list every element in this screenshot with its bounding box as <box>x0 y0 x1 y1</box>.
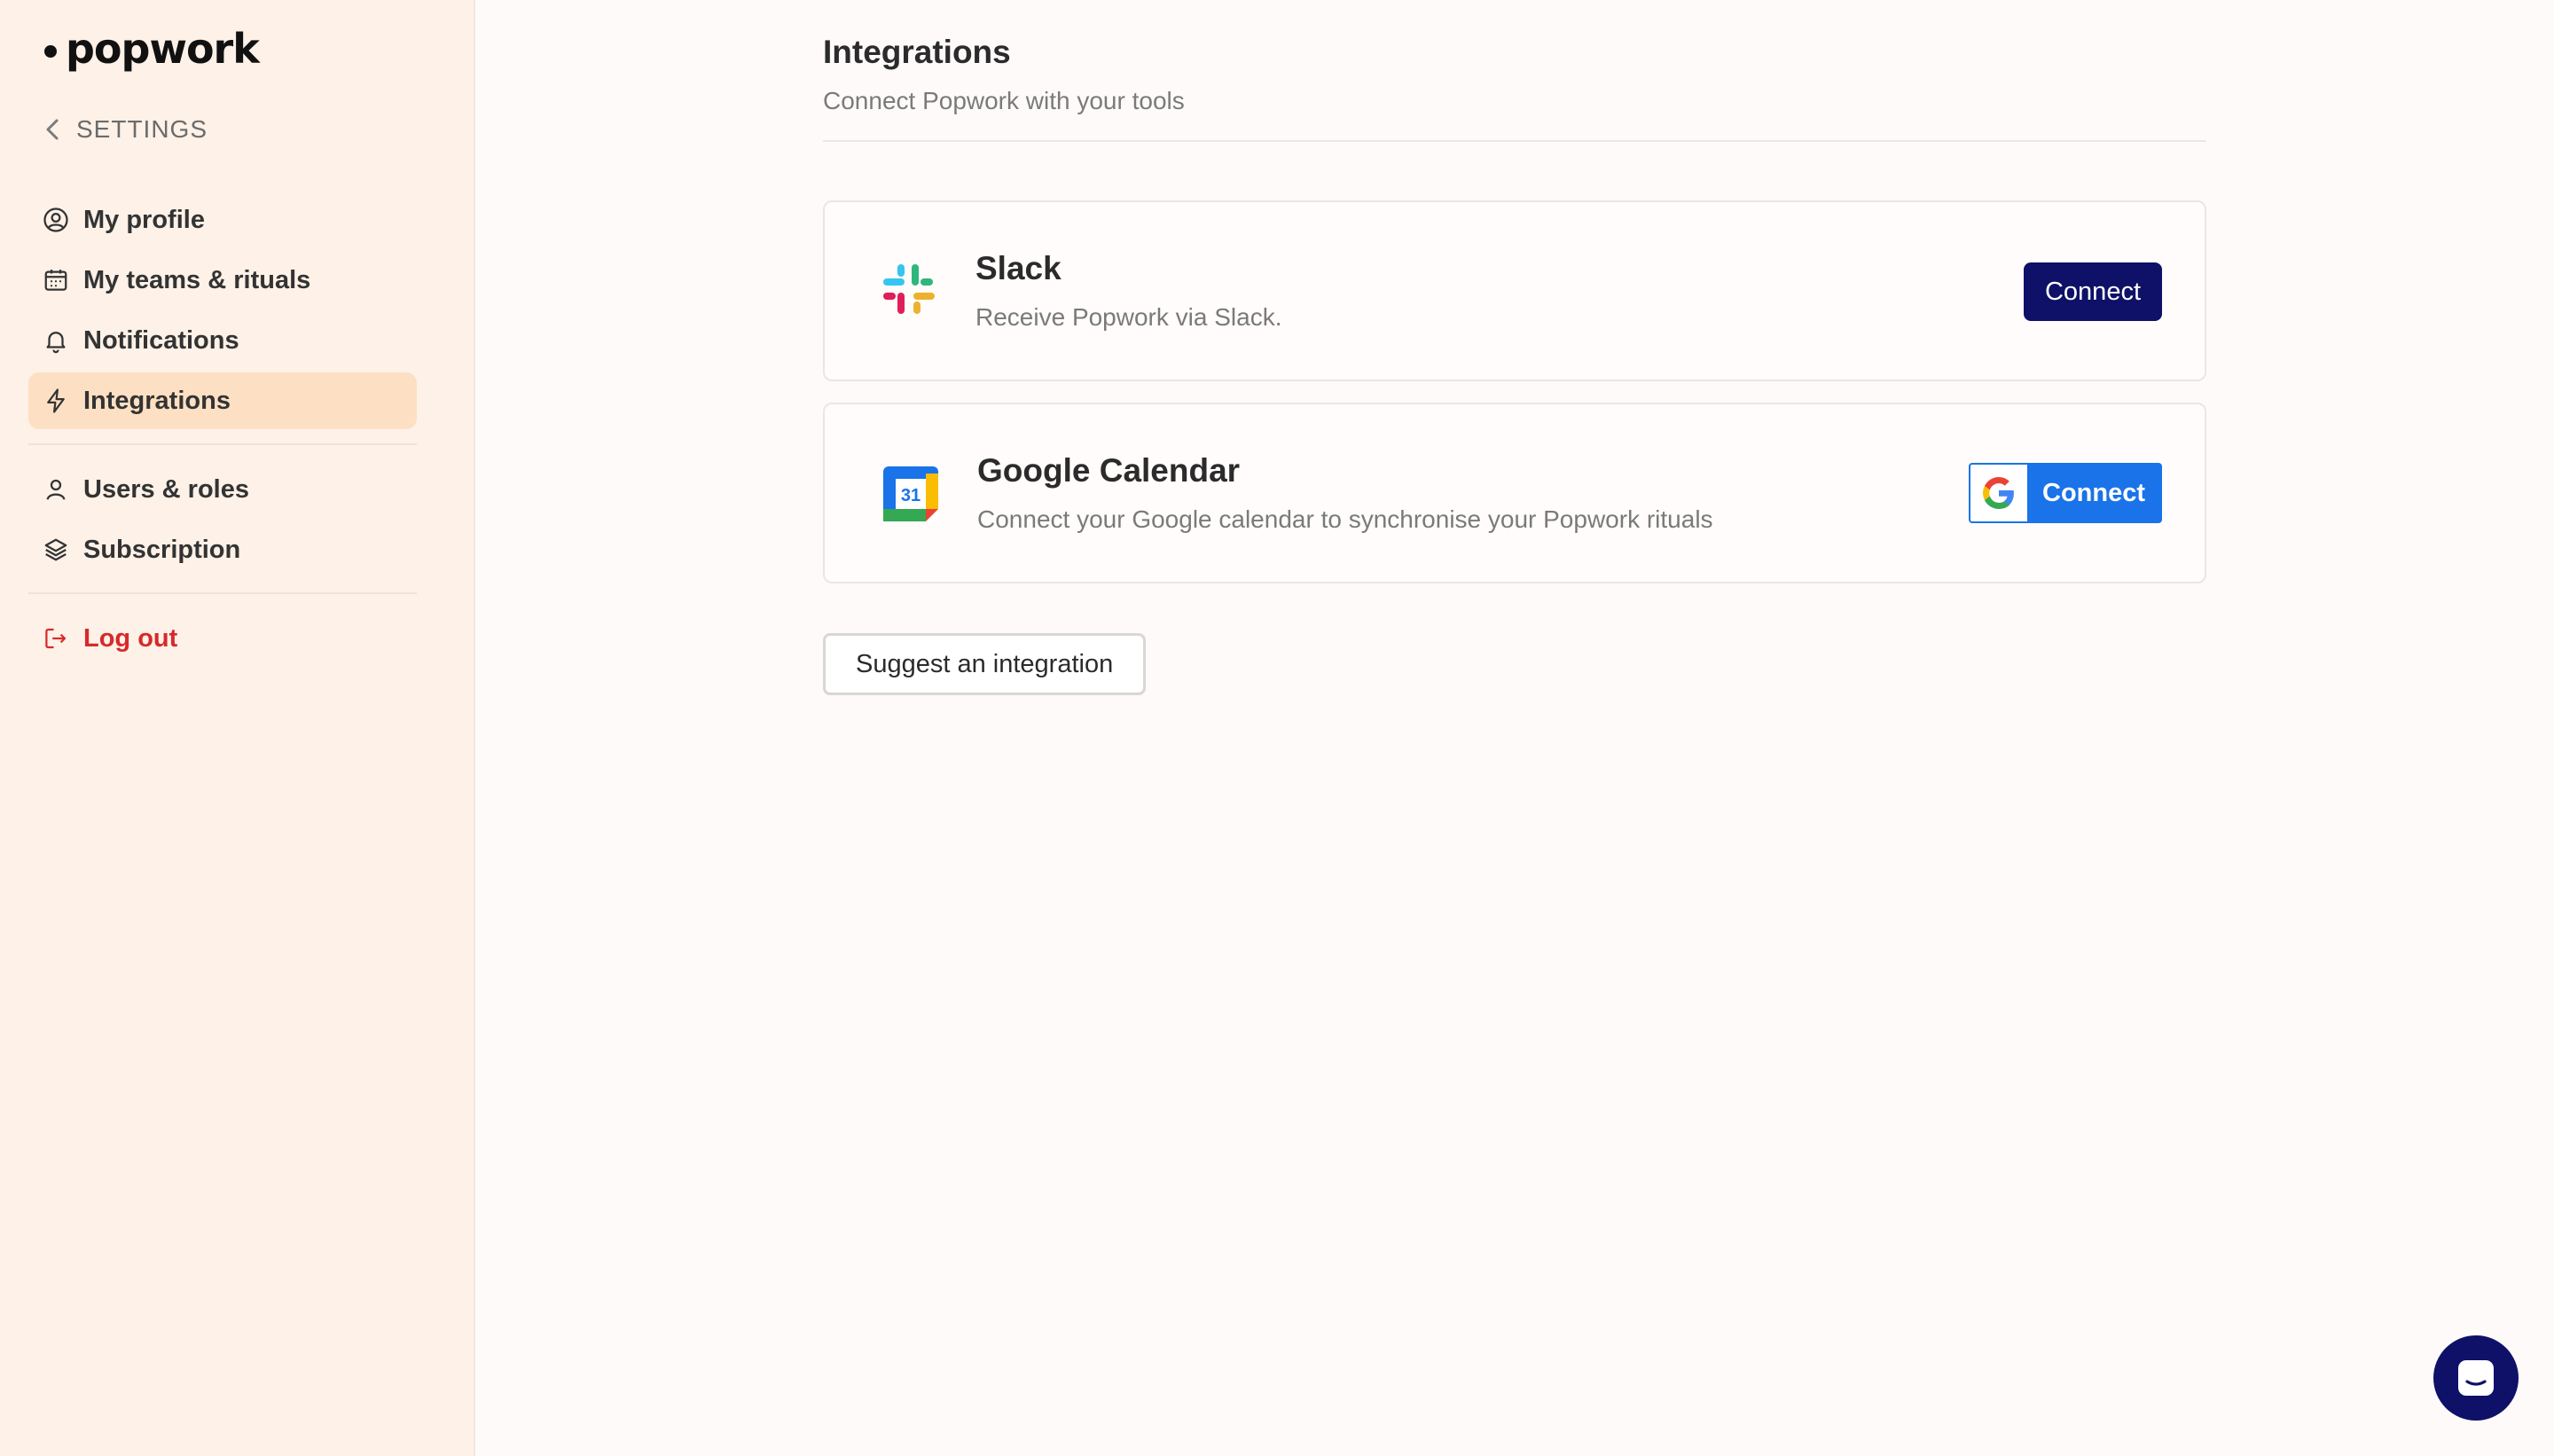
logout-icon <box>45 628 67 649</box>
slack-logo-icon <box>883 264 935 314</box>
calendar-day-number: 31 <box>901 486 921 505</box>
integration-card-slack: Slack Receive Popwork via Slack. Connect <box>823 200 2206 381</box>
sidebar-item-log-out[interactable]: Log out <box>28 610 417 667</box>
logo-dot-icon <box>44 45 57 58</box>
sidebar-item-label: Notifications <box>83 325 239 355</box>
settings-back-label: SETTINGS <box>76 115 208 143</box>
sidebar-item-label: Users & roles <box>83 474 249 504</box>
sidebar-item-label: Log out <box>83 623 178 653</box>
lightning-icon <box>47 388 65 413</box>
google-connect-label: Connect <box>2042 478 2145 507</box>
suggest-integration-button[interactable]: Suggest an integration <box>823 633 1147 695</box>
header-divider <box>823 140 2206 142</box>
integration-description: Receive Popwork via Slack. <box>975 303 1282 331</box>
sidebar-item-label: My teams & rituals <box>83 265 311 294</box>
sidebar-item-users-roles[interactable]: Users & roles <box>28 461 417 518</box>
sidebar-item-my-profile[interactable]: My profile <box>28 192 417 248</box>
sidebar-item-notifications[interactable]: Notifications <box>28 312 417 369</box>
calendar-icon <box>44 270 67 291</box>
sidebar-item-label: Integrations <box>83 386 231 415</box>
settings-back-link[interactable]: SETTINGS <box>44 115 208 144</box>
integration-title: Slack <box>975 250 1062 286</box>
chat-icon <box>2458 1360 2494 1396</box>
google-connect-button[interactable]: Connect <box>1969 463 2162 523</box>
layers-icon <box>44 538 67 561</box>
slack-connect-button[interactable]: Connect <box>2023 262 2162 321</box>
settings-nav: My profile My teams & rituals Notificati… <box>28 192 417 670</box>
popwork-logo[interactable]: popwork <box>44 25 260 73</box>
google-calendar-icon: 31 <box>883 466 938 521</box>
logo-text: popwork <box>66 25 260 73</box>
sidebar-item-label: Subscription <box>83 535 241 564</box>
sidebar-item-integrations[interactable]: Integrations <box>28 372 417 429</box>
sidebar: popwork SETTINGS My profile My teams & r… <box>0 0 475 1456</box>
chevron-left-icon <box>46 119 59 140</box>
page-subtitle: Connect Popwork with your tools <box>823 87 1185 114</box>
nav-divider <box>28 592 417 594</box>
bell-icon <box>46 332 66 354</box>
sidebar-item-subscription[interactable]: Subscription <box>28 521 417 578</box>
sidebar-item-label: My profile <box>83 205 205 234</box>
integration-card-google-calendar: 31 Google Calendar Connect your Google c… <box>823 403 2206 583</box>
sidebar-item-my-teams-rituals[interactable]: My teams & rituals <box>28 252 417 309</box>
integration-description: Connect your Google calendar to synchron… <box>977 505 1713 533</box>
integration-title: Google Calendar <box>977 452 1241 489</box>
user-circle-icon <box>43 207 68 232</box>
google-g-icon <box>1970 465 2027 521</box>
user-icon <box>46 479 66 500</box>
chat-launcher-button[interactable] <box>2433 1335 2519 1421</box>
nav-divider <box>28 443 417 445</box>
page-title: Integrations <box>823 34 1011 70</box>
